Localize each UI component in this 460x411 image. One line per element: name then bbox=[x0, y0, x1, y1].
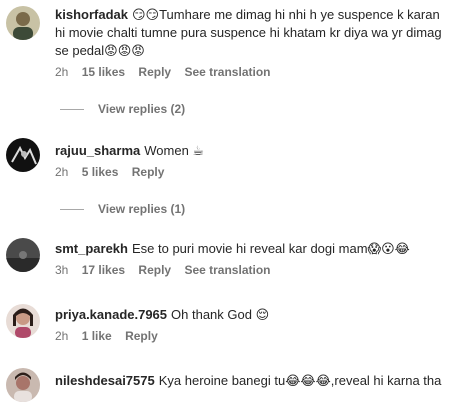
avatar[interactable] bbox=[6, 138, 40, 172]
view-replies-label: View replies (2) bbox=[98, 102, 186, 116]
comment-text-block: smt_parekh Ese to puri movie hi reveal ka… bbox=[55, 240, 452, 258]
comment-text-block: priya.kanade.7965 Oh thank God 😌 bbox=[55, 306, 452, 324]
view-replies-button[interactable]: View replies (1) bbox=[60, 202, 185, 216]
see-translation-link[interactable]: See translation bbox=[184, 263, 270, 277]
timestamp: 2h bbox=[55, 165, 69, 179]
likes-count[interactable]: 17 likes bbox=[82, 263, 125, 277]
username[interactable]: priya.kanade.7965 bbox=[55, 307, 167, 322]
comment-meta: 2h 15 likes Reply See translation bbox=[55, 64, 452, 80]
timestamp: 2h bbox=[55, 329, 69, 343]
avatar[interactable] bbox=[6, 304, 40, 338]
avatar[interactable] bbox=[6, 238, 40, 272]
username[interactable]: kishorfadak bbox=[55, 7, 128, 22]
comment-text-block: nileshdesai7575 Kya heroine banegi tu😂😂😂,… bbox=[55, 372, 452, 390]
view-replies-button[interactable]: View replies (2) bbox=[60, 102, 185, 116]
reply-button[interactable]: Reply bbox=[132, 165, 165, 179]
reply-button[interactable]: Reply bbox=[125, 329, 158, 343]
reply-button[interactable]: Reply bbox=[138, 263, 171, 277]
comment-meta: 2h 5 likes Reply bbox=[55, 164, 452, 180]
likes-count[interactable]: 5 likes bbox=[82, 165, 119, 179]
username[interactable]: nileshdesai7575 bbox=[55, 373, 155, 388]
comment-text-block: rajuu_sharma Women ☕ bbox=[55, 142, 452, 160]
comment-text-block: kishorfadak 😏😏Tumhare me dimag hi nhi h y… bbox=[55, 6, 452, 60]
comment-meta: 3h 17 likes Reply See translation bbox=[55, 262, 452, 278]
comment-meta: 2h 1 like Reply bbox=[55, 328, 452, 344]
timestamp: 2h bbox=[55, 65, 69, 79]
comment-text: Women ☕ bbox=[144, 143, 205, 158]
timestamp: 3h bbox=[55, 263, 69, 277]
see-translation-link[interactable]: See translation bbox=[184, 65, 270, 79]
username[interactable]: rajuu_sharma bbox=[55, 143, 140, 158]
username[interactable]: smt_parekh bbox=[55, 241, 128, 256]
comment-text: Ese to puri movie hi reveal kar dogi mam… bbox=[131, 241, 410, 256]
likes-count[interactable]: 1 like bbox=[82, 329, 112, 343]
comment-text: Oh thank God 😌 bbox=[171, 307, 270, 322]
likes-count[interactable]: 15 likes bbox=[82, 65, 125, 79]
reply-button[interactable]: Reply bbox=[138, 65, 171, 79]
comment-text: Kya heroine banegi tu😂😂😂,reveal hi karna… bbox=[158, 373, 442, 388]
divider-line bbox=[60, 208, 84, 210]
avatar[interactable] bbox=[6, 368, 40, 402]
view-replies-label: View replies (1) bbox=[98, 202, 186, 216]
avatar[interactable] bbox=[6, 6, 40, 40]
divider-line bbox=[60, 108, 84, 110]
